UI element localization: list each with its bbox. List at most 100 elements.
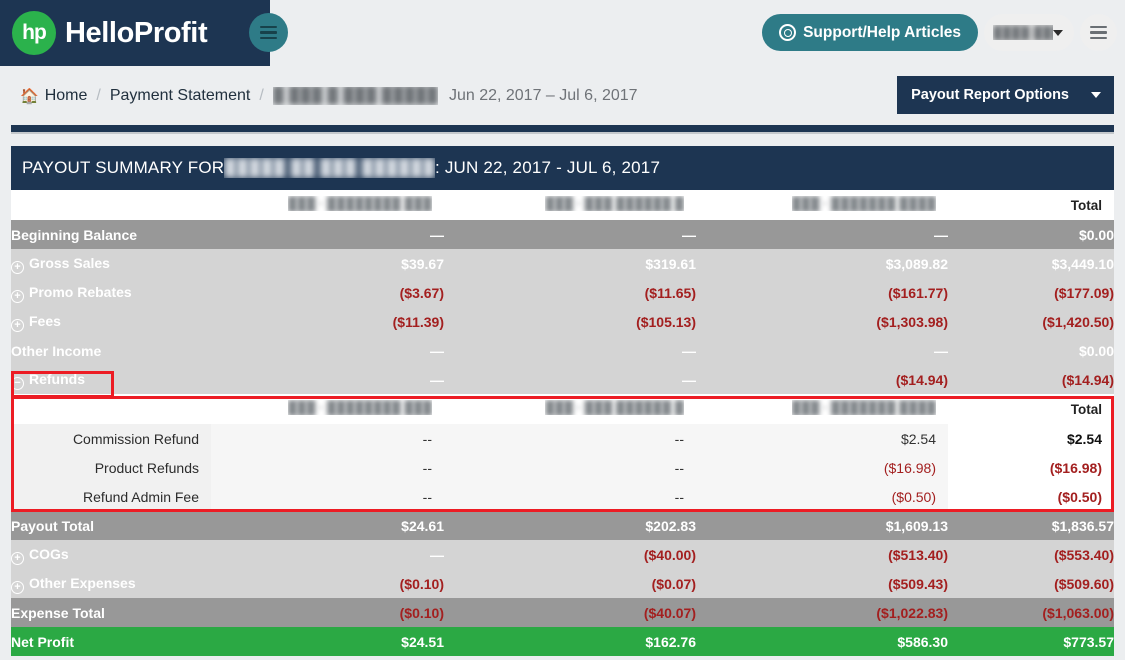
panel-title: PAYOUT SUMMARY FOR █████ ██ ███ ██████ :… xyxy=(11,146,1114,190)
row-label-cell: Beginning Balance xyxy=(11,220,211,249)
row-label: Net Profit xyxy=(11,633,74,650)
refunds-column-header-1: ███ · ████████ ███ xyxy=(287,400,432,415)
row-value-cell: ($14.94) xyxy=(895,371,948,388)
refunds-detail-row: Commission Refund -- -- $2.54 $2.54 xyxy=(11,424,1114,453)
header-spacer xyxy=(11,190,211,220)
breadcrumb-item-home[interactable]: 🏠 Home xyxy=(20,87,87,105)
row-label: Expense Total xyxy=(11,604,105,621)
table-row: + Other Expenses ($0.10) ($0.07) ($509.43) ($… xyxy=(11,569,1114,598)
row-label: Gross Sales xyxy=(29,254,110,271)
sidebar-toggle-button[interactable] xyxy=(249,13,288,52)
row-label-cell[interactable]: + Other Expenses xyxy=(11,569,211,598)
hamburger-icon-bar xyxy=(260,25,277,29)
refunds-column-header-total: Total xyxy=(948,394,1114,424)
support-help-articles-button[interactable]: Support/Help Articles xyxy=(762,14,978,51)
panel-title-suffix: : JUN 22, 2017 - JUL 6, 2017 xyxy=(434,158,661,177)
row-value-cell: ($0.10) xyxy=(399,604,444,621)
refunds-row-label: Product Refunds xyxy=(11,453,211,482)
user-account-dropdown[interactable]: ████ █████ xyxy=(984,14,1074,51)
row-total-cell: $773.57 xyxy=(1063,633,1114,650)
payout-summary-table: ███ · ████████ ███ ███ · ███ ██████ █ ██… xyxy=(11,190,1114,394)
row-value-cell: ($3.67) xyxy=(399,284,444,301)
chevron-down-icon xyxy=(1053,29,1063,36)
row-label: Fees xyxy=(29,312,61,329)
expand-icon[interactable]: + xyxy=(11,289,24,303)
collapse-icon[interactable]: − xyxy=(11,376,24,390)
row-label-cell[interactable]: + Promo Rebates xyxy=(11,278,211,307)
row-total-cell: ($553.40) xyxy=(1054,546,1114,563)
row-value-cell: $162.76 xyxy=(645,633,696,650)
refunds-column-header-3: ███ · ███████ ████ xyxy=(791,400,936,415)
app-menu-button[interactable] xyxy=(1080,14,1117,51)
row-total-cell: ($177.09) xyxy=(1054,284,1114,301)
refunds-row-value-cell: -- xyxy=(444,453,696,482)
row-total-cell: ($14.94) xyxy=(1061,371,1114,388)
row-value-cell: ($513.40) xyxy=(888,546,948,563)
home-icon: 🏠 xyxy=(20,87,39,105)
hamburger-icon-bar xyxy=(1090,36,1107,40)
divider-line xyxy=(11,132,1114,134)
expand-icon[interactable]: + xyxy=(11,580,24,594)
table-row: Beginning Balance — — — $0.00 xyxy=(11,220,1114,249)
row-label: Other Income xyxy=(11,342,102,359)
brand-name: HelloProfit xyxy=(65,16,208,49)
refunds-detail-row: Product Refunds -- -- ($16.98) ($16.98) xyxy=(11,453,1114,482)
row-label-cell[interactable]: + Fees xyxy=(11,307,211,336)
breadcrumb-item-account[interactable]: █ ███ █ ███ █████ xyxy=(273,87,438,105)
user-account-label: ████ █████ xyxy=(993,25,1053,40)
row-label-cell[interactable]: + Gross Sales xyxy=(11,249,211,278)
refunds-row-value-cell: $2.54 xyxy=(696,424,948,453)
breadcrumb-date-range: Jun 22, 2017 – Jul 6, 2017 xyxy=(448,86,638,104)
breadcrumb-item-payment-statement[interactable]: Payment Statement xyxy=(110,87,251,105)
refunds-row-label: Commission Refund xyxy=(11,424,211,453)
refunds-detail-table: ███ · ████████ ███ ███ · ███ ██████ █ ██… xyxy=(11,394,1114,511)
support-button-label: Support/Help Articles xyxy=(803,23,961,41)
row-value-cell: ($0.07) xyxy=(651,575,696,592)
expand-icon[interactable]: + xyxy=(11,318,24,332)
row-label: Beginning Balance xyxy=(11,226,138,243)
breadcrumb-separator: / xyxy=(259,86,264,104)
brand-block: hp HelloProfit xyxy=(0,0,270,66)
payout-report-options-button[interactable]: Payout Report Options xyxy=(897,76,1114,114)
row-value-cell: ($0.10) xyxy=(399,575,444,592)
hamburger-icon-bar xyxy=(260,31,277,34)
table-header-row: ███ · ████████ ███ ███ · ███ ██████ █ ██… xyxy=(11,190,1114,220)
breadcrumb: 🏠 Home / Payment Statement / █ ███ █ ███… xyxy=(0,66,1125,125)
row-value-cell: — xyxy=(430,226,444,243)
row-label: Promo Rebates xyxy=(29,283,132,300)
expand-icon[interactable]: + xyxy=(11,260,24,274)
row-total-cell: ($1,063.00) xyxy=(1042,604,1114,621)
row-label: COGs xyxy=(29,545,69,562)
column-header-3: ███ · ███████ ████ xyxy=(791,196,936,211)
row-value-cell: ($40.00) xyxy=(643,546,696,563)
row-label-cell[interactable]: + COGs xyxy=(11,540,211,569)
row-value-cell: — xyxy=(934,342,948,359)
row-label-cell: Payout Total xyxy=(11,511,211,540)
refunds-row-value-cell: -- xyxy=(211,453,444,482)
row-value-cell: ($161.77) xyxy=(888,284,948,301)
refunds-row-total-cell: ($0.50) xyxy=(948,482,1114,511)
row-label: Refunds xyxy=(29,370,85,387)
row-value-cell: — xyxy=(682,342,696,359)
payout-summary-panel: PAYOUT SUMMARY FOR █████ ██ ███ ██████ :… xyxy=(11,146,1114,656)
row-total-cell: ($1,420.50) xyxy=(1042,313,1114,330)
payout-footer-body: Payout Total $24.61 $202.83 $1,609.13 $1,836… xyxy=(11,511,1114,656)
row-label-cell[interactable]: − Refunds xyxy=(11,365,211,394)
row-label-cell: Other Income xyxy=(11,336,211,365)
row-value-cell: ($105.13) xyxy=(636,313,696,330)
refunds-detail-header-row: ███ · ████████ ███ ███ · ███ ██████ █ ██… xyxy=(11,394,1114,424)
row-value-cell: $1,609.13 xyxy=(885,517,948,534)
refunds-row-value-cell: -- xyxy=(211,424,444,453)
breadcrumb-separator: / xyxy=(96,86,101,104)
row-value-cell: — xyxy=(430,546,444,563)
panel-title-prefix: PAYOUT SUMMARY FOR xyxy=(22,158,225,177)
refunds-detail-row: Refund Admin Fee -- -- ($0.50) ($0.50) xyxy=(11,482,1114,511)
row-total-cell: ($509.60) xyxy=(1054,575,1114,592)
top-navbar: hp HelloProfit Support/Help Articles ███… xyxy=(0,0,1125,66)
row-total-cell: $0.00 xyxy=(1078,226,1114,243)
row-label-cell: Expense Total xyxy=(11,598,211,627)
row-value-cell: — xyxy=(934,226,948,243)
row-value-cell: — xyxy=(430,342,444,359)
row-value-cell: ($509.43) xyxy=(888,575,948,592)
expand-icon[interactable]: + xyxy=(11,551,24,565)
